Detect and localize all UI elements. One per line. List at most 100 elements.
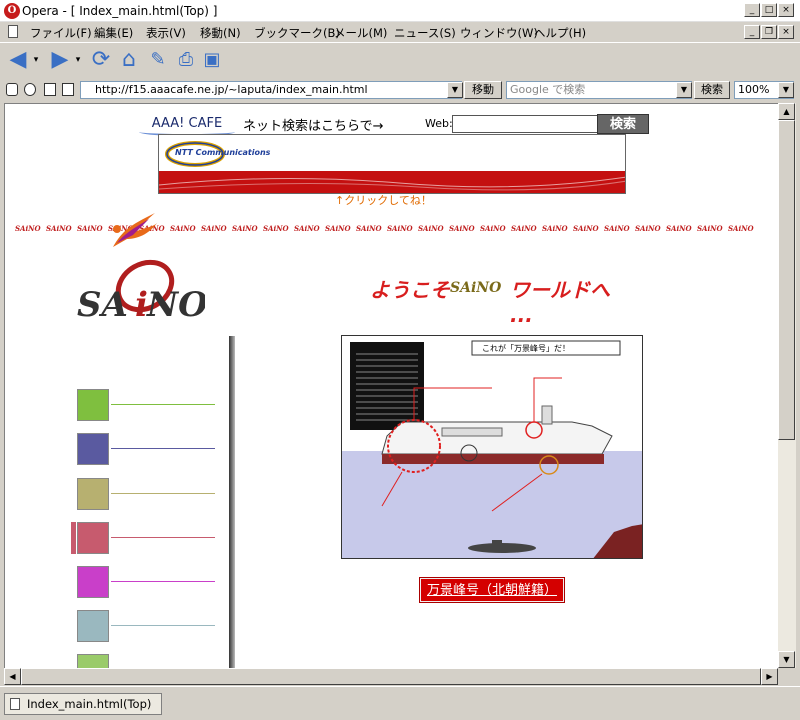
saino-strip-item: SAiNO	[635, 224, 661, 233]
go-button[interactable]: 移動	[464, 81, 502, 99]
welcome-left-text: ようこそ	[370, 278, 450, 302]
opera-logo-icon: O	[4, 3, 20, 19]
ntt-banner[interactable]: NTT Communications	[158, 134, 626, 194]
document-icon	[8, 25, 18, 38]
sidebar-nav-item[interactable]	[77, 478, 217, 510]
horizontal-scrollbar[interactable]: ◀ ▶	[4, 668, 778, 685]
scroll-left-icon[interactable]: ◀	[4, 668, 21, 685]
menu-window[interactable]: ウィンドウ(W)	[460, 25, 538, 41]
back-icon[interactable]: ◀	[6, 47, 30, 73]
web-search-input[interactable]	[452, 115, 599, 133]
menu-navigate[interactable]: 移動(N)	[200, 25, 241, 41]
page-viewport: AAA! CAFE ネット検索はこちらで→ Web: 検索 NTT Commun…	[4, 103, 778, 668]
menu-news[interactable]: ニュース(S)	[394, 25, 456, 41]
home-icon[interactable]: ⌂	[116, 47, 142, 73]
nav-line	[111, 581, 215, 582]
saino-strip-item: SAiNO	[294, 224, 320, 233]
close-button[interactable]: ×	[778, 3, 794, 17]
menu-bar: ファイル(F) 編集(E) 表示(V) 移動(N) ブックマーク(B) メール(…	[0, 22, 800, 42]
search-engine-dropdown-icon[interactable]: ▼	[676, 82, 692, 98]
ship-caption-link[interactable]: 万景峰号（北朝鮮籍）	[418, 577, 566, 603]
nav-line	[111, 404, 215, 405]
saino-strip-item: SAiNO	[263, 224, 289, 233]
nav-color-square[interactable]	[77, 433, 109, 465]
reload-icon[interactable]: ⟳	[88, 47, 114, 73]
nav-color-square[interactable]	[77, 610, 109, 642]
ship-title: これが「万景峰号」だ！	[482, 344, 570, 353]
back-dropdown-icon[interactable]: ▾	[30, 47, 42, 73]
forward-icon[interactable]: ▶	[48, 47, 72, 73]
address-dropdown-icon[interactable]: ▼	[447, 82, 463, 98]
saino-strip-item: SAiNO	[232, 224, 258, 233]
scroll-up-icon[interactable]: ▲	[778, 103, 795, 120]
forward-dropdown-icon[interactable]: ▾	[72, 47, 84, 73]
welcome-right-text: ワールドへ ...	[510, 278, 610, 327]
security-lock-icon[interactable]	[6, 83, 18, 96]
window-title: Opera - [ Index_main.html(Top) ]	[22, 4, 218, 18]
sidebar-nav-item[interactable]	[77, 654, 217, 668]
nav-line	[111, 537, 215, 538]
navigation-toolbar: ◀ ▾ ▶ ▾ ⟳ ⌂ ✎ ⎙ ▣	[0, 42, 800, 78]
hotlist-icon[interactable]: ✎	[145, 47, 171, 73]
saino-strip-item: SAiNO	[325, 224, 351, 233]
menu-mail[interactable]: メール(M)	[334, 25, 387, 41]
sidebar-nav-item[interactable]	[77, 389, 217, 421]
maximize-button[interactable]: □	[761, 3, 777, 17]
vertical-scroll-thumb[interactable]	[778, 120, 795, 440]
page-tab-label: Index_main.html(Top)	[27, 697, 152, 711]
net-search-text: ネット検索はこちらで→	[243, 119, 384, 134]
print-icon[interactable]: ⎙	[173, 47, 199, 73]
mdi-close-button[interactable]: ×	[778, 25, 794, 39]
saino-strip-item: SAiNO	[542, 224, 568, 233]
nav-color-square[interactable]	[77, 389, 109, 421]
ship-diagram-graphic	[342, 336, 642, 558]
saino-strip-item: SAiNO	[387, 224, 413, 233]
nav-color-square[interactable]	[77, 566, 109, 598]
svg-text:i: i	[135, 285, 148, 322]
saino-strip-item: SAiNO	[201, 224, 227, 233]
saino-strip-item: SAiNO	[573, 224, 599, 233]
saino-strip-item: SAiNO	[604, 224, 630, 233]
saino-logo[interactable]: SA i NO	[75, 256, 205, 322]
mdi-restore-button[interactable]: ❐	[761, 25, 777, 39]
saino-strip-item: SAiNO	[697, 224, 723, 233]
menu-bookmarks[interactable]: ブックマーク(B)	[254, 25, 340, 41]
saino-strip-item: SAiNO	[449, 224, 475, 233]
welcome-saino-text: SAiNO	[450, 280, 502, 296]
scroll-right-icon[interactable]: ▶	[761, 668, 778, 685]
saino-strip-item: SAiNO	[46, 224, 72, 233]
page-icon[interactable]	[44, 83, 56, 96]
save-icon[interactable]: ▣	[201, 47, 223, 73]
menu-view[interactable]: 表示(V)	[146, 25, 186, 41]
saino-strip-item: SAiNO	[15, 224, 41, 233]
search-button[interactable]: 検索	[694, 81, 730, 99]
vertical-scrollbar[interactable]: ▲ ▼	[778, 103, 796, 668]
sidebar-nav-item[interactable]	[77, 566, 217, 598]
menu-file[interactable]: ファイル(F)	[30, 25, 92, 41]
horizontal-scroll-thumb[interactable]	[21, 668, 761, 685]
menu-edit[interactable]: 編集(E)	[94, 25, 133, 41]
web-search-button[interactable]: 検索	[597, 114, 649, 134]
scroll-down-icon[interactable]: ▼	[778, 651, 795, 668]
aaa-cafe-logo[interactable]: AAA! CAFE	[139, 114, 235, 136]
cookie-icon[interactable]	[24, 83, 36, 96]
nav-color-square[interactable]	[77, 522, 109, 554]
sidebar-nav-item[interactable]	[77, 522, 217, 554]
sidebar-nav-item[interactable]	[77, 433, 217, 465]
zoom-dropdown-icon[interactable]: ▼	[778, 82, 794, 98]
ship-diagram[interactable]: これが「万景峰号」だ！	[341, 335, 643, 559]
ntt-text: NTT Communications	[175, 148, 271, 157]
page-tab-icon	[10, 698, 20, 710]
page-info-icon[interactable]	[62, 83, 74, 96]
saino-strip-item: SAiNO	[511, 224, 537, 233]
minimize-button[interactable]: _	[744, 3, 760, 17]
address-input[interactable]: http://f15.aaacafe.ne.jp/~laputa/index_m…	[80, 81, 462, 99]
page-tab[interactable]: Index_main.html(Top)	[4, 693, 162, 715]
nav-color-square[interactable]	[77, 478, 109, 510]
sidebar-nav-item[interactable]	[77, 610, 217, 642]
nav-color-square[interactable]	[77, 654, 109, 668]
menu-help[interactable]: ヘルプ(H)	[534, 25, 586, 41]
title-bar: O Opera - [ Index_main.html(Top) ] _ □ ×	[0, 0, 800, 22]
search-input[interactable]: Google で検索	[506, 81, 692, 99]
mdi-minimize-button[interactable]: _	[744, 25, 760, 39]
